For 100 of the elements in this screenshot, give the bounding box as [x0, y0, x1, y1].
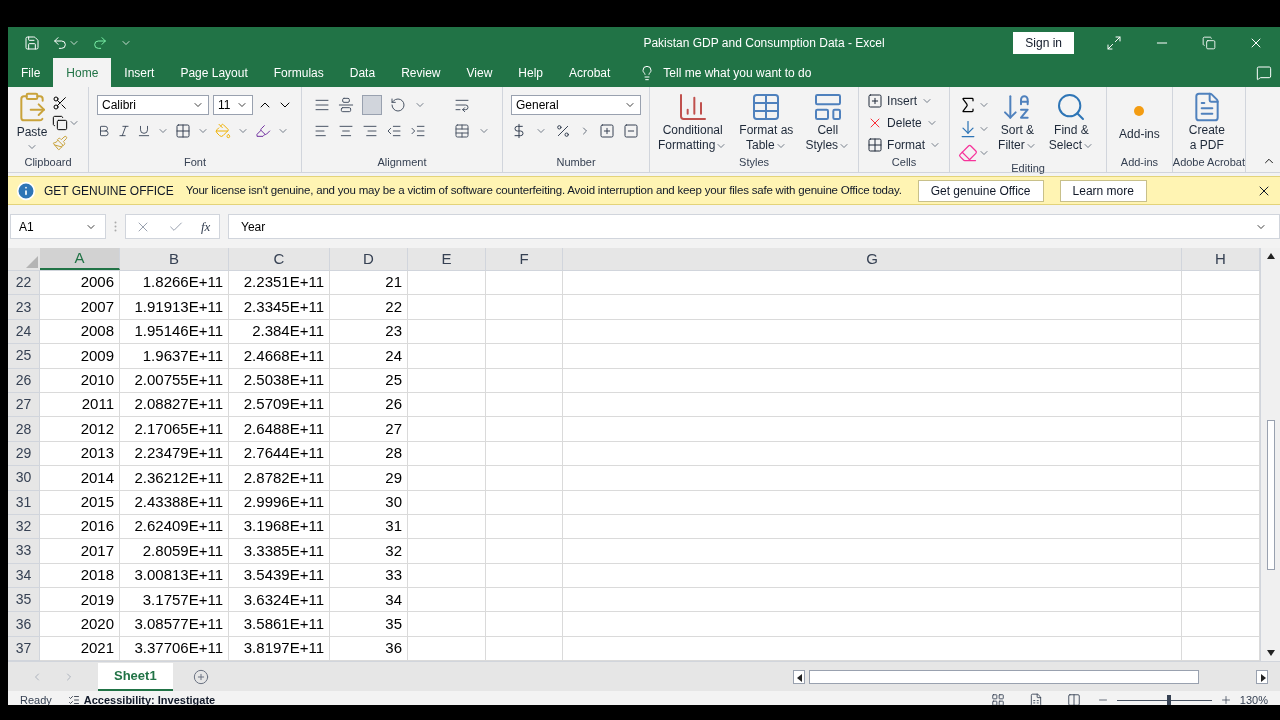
clear-icon[interactable]	[958, 143, 979, 163]
vertical-scrollbar[interactable]	[1260, 248, 1280, 662]
ribbon-tab[interactable]: Formulas	[260, 58, 337, 87]
new-sheet-icon[interactable]	[192, 668, 209, 685]
decrease-indent-icon[interactable]	[386, 123, 402, 139]
ribbon-tab[interactable]: Page Layout	[167, 58, 261, 87]
bold-icon[interactable]	[97, 124, 111, 138]
ribbon-tab[interactable]: Acrobat	[556, 58, 624, 87]
row-header[interactable]: 32	[8, 514, 40, 540]
ribbon-button[interactable]: Sort & Filter	[994, 91, 1041, 163]
merge-icon[interactable]	[454, 123, 470, 139]
orientation-icon[interactable]	[390, 97, 406, 113]
column-header[interactable]: C	[229, 248, 330, 270]
normal-view-icon[interactable]	[990, 693, 1005, 705]
align-right-icon[interactable]	[362, 123, 378, 139]
font-size-field[interactable]: 11	[213, 95, 253, 115]
row-header[interactable]: 36	[8, 612, 40, 637]
row-header[interactable]: 28	[8, 417, 40, 442]
column-header[interactable]: G	[563, 248, 1182, 270]
increase-indent-icon[interactable]	[410, 123, 426, 139]
ribbon-button[interactable]: Format as Table	[735, 91, 798, 153]
cells-button[interactable]: Delete	[867, 113, 942, 132]
ribbon-tab[interactable]: View	[453, 58, 506, 87]
underline-icon[interactable]	[137, 124, 151, 138]
row-header[interactable]: 34	[8, 563, 40, 589]
ribbon-button[interactable]: Conditional Formatting	[654, 91, 732, 153]
row-header[interactable]: 31	[8, 490, 40, 515]
column-header[interactable]: B	[120, 248, 229, 270]
format-cells-icon[interactable]	[867, 136, 884, 153]
scroll-right-icon[interactable]	[1256, 669, 1268, 684]
row-header[interactable]: 23	[8, 295, 40, 320]
banner-button[interactable]: Learn more	[1059, 179, 1147, 202]
row-header[interactable]: 35	[8, 588, 40, 613]
formula-field[interactable]: Year	[228, 214, 1280, 239]
row-header[interactable]: 24	[8, 319, 40, 345]
undo-icon[interactable]	[52, 34, 68, 51]
restore-icon[interactable]	[1202, 35, 1216, 50]
ribbon-tab[interactable]: Review	[388, 58, 454, 87]
ribbon-tab[interactable]: Home	[53, 58, 112, 87]
font-name-field[interactable]: Calibri	[97, 95, 209, 115]
save-icon[interactable]	[24, 34, 40, 51]
scroll-left-icon[interactable]	[792, 669, 805, 684]
decrease-decimal-icon[interactable]	[623, 123, 639, 139]
sign-in-button[interactable]: Sign in	[1013, 31, 1074, 54]
page-layout-view-icon[interactable]	[1028, 693, 1043, 705]
row-header[interactable]: 27	[8, 392, 40, 418]
italic-icon[interactable]	[117, 124, 131, 138]
borders-icon[interactable]	[175, 123, 191, 139]
scroll-thumb[interactable]	[1266, 420, 1275, 570]
cells-button[interactable]: Format	[867, 135, 942, 154]
comments-icon[interactable]	[1256, 64, 1272, 81]
fill-color-icon[interactable]	[215, 123, 231, 139]
percent-icon[interactable]	[555, 123, 571, 139]
sheet-tab[interactable]: Sheet1	[98, 662, 173, 691]
add-ins-icon[interactable]	[1134, 106, 1145, 116]
align-left-icon[interactable]	[314, 123, 330, 139]
cells-button[interactable]: Insert	[867, 91, 942, 110]
insert-cells-icon[interactable]	[867, 92, 884, 109]
ribbon-button[interactable]: Cell Styles	[801, 91, 855, 153]
zoom-level[interactable]: 130%	[1239, 692, 1268, 705]
ribbon-tab[interactable]: Data	[336, 58, 389, 87]
redo-icon[interactable]	[92, 34, 108, 51]
column-header[interactable]: F	[486, 248, 563, 270]
ribbon-button[interactable]: Add-ins	[1115, 95, 1164, 142]
ribbon-tab[interactable]: Insert	[111, 58, 168, 87]
zoom-slider-thumb[interactable]	[1167, 695, 1172, 705]
wrap-text-icon[interactable]	[454, 97, 470, 113]
copy-icon[interactable]	[52, 115, 68, 131]
tell-me-field[interactable]: Tell me what you want to do	[663, 63, 812, 82]
ribbon-tab[interactable]: Help	[505, 58, 556, 87]
row-header[interactable]: 29	[8, 441, 40, 467]
increase-decimal-icon[interactable]	[599, 123, 615, 139]
row-header[interactable]: 26	[8, 368, 40, 393]
font-color-icon[interactable]	[255, 123, 271, 139]
row-header[interactable]: 22	[8, 271, 40, 296]
scroll-down-icon[interactable]	[1266, 649, 1275, 658]
number-format-field[interactable]: General	[511, 95, 641, 115]
cut-icon[interactable]	[52, 95, 68, 111]
column-header[interactable]: A	[40, 248, 120, 270]
column-header[interactable]: E	[408, 248, 486, 270]
banner-button[interactable]: Get genuine Office	[917, 179, 1044, 202]
ribbon-button[interactable]: Find & Select	[1044, 91, 1099, 163]
top-align-icon[interactable]	[314, 97, 330, 113]
zoom-slider[interactable]	[1116, 695, 1212, 705]
ribbon-tab[interactable]: File	[8, 58, 54, 87]
paste-button[interactable]: Paste	[16, 91, 48, 153]
ribbon-button[interactable]: Create a PDF	[1184, 91, 1229, 153]
name-box[interactable]: A1	[10, 214, 106, 239]
ribbon-display-icon[interactable]	[1106, 34, 1122, 51]
accessibility-icon[interactable]	[67, 694, 80, 705]
row-header[interactable]: 25	[8, 344, 40, 369]
function-icon[interactable]: fx	[201, 216, 211, 237]
page-break-view-icon[interactable]	[1066, 693, 1081, 705]
currency-icon[interactable]	[511, 123, 527, 139]
row-header[interactable]: 30	[8, 466, 40, 491]
column-header[interactable]: D	[330, 248, 408, 270]
align-center-icon[interactable]	[338, 123, 354, 139]
scroll-up-icon[interactable]	[1266, 252, 1275, 260]
zoom-in-icon[interactable]	[1219, 694, 1232, 705]
row-header[interactable]: 33	[8, 539, 40, 564]
